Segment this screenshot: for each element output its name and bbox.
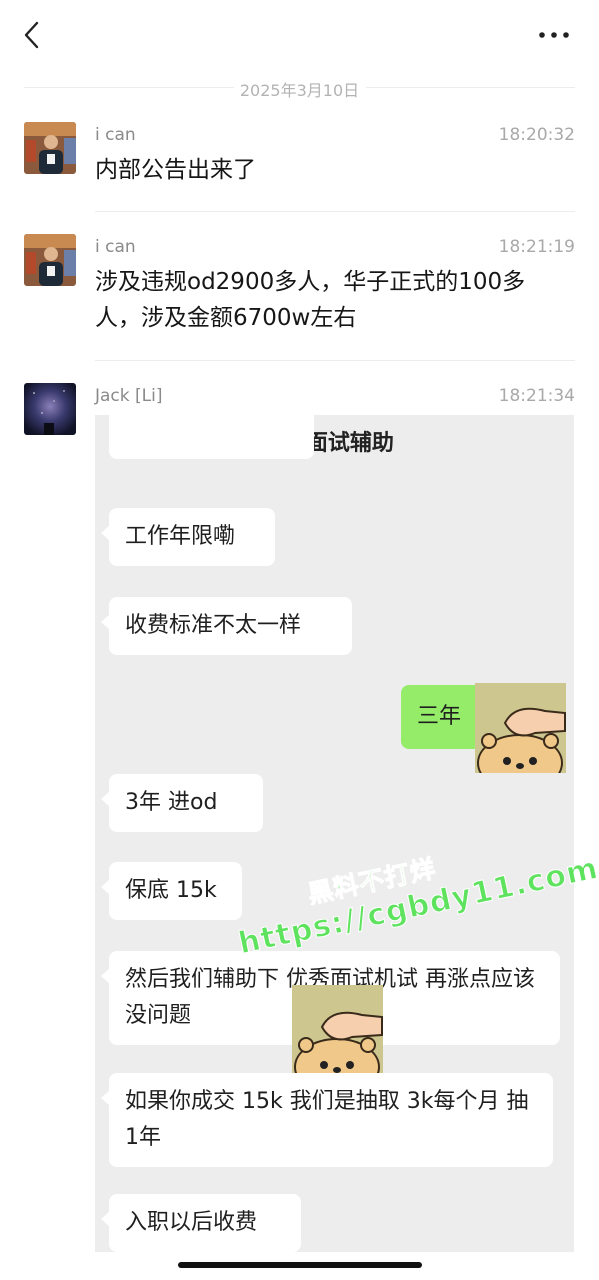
avatar-image — [24, 383, 76, 435]
avatar-image — [24, 234, 76, 286]
avatar[interactable] — [24, 234, 76, 286]
home-indicator — [178, 1262, 422, 1268]
date-divider-right — [366, 87, 575, 88]
top-bar — [0, 0, 599, 70]
screenshot-bubble: 入职以后收费 — [101, 1194, 301, 1252]
bear-sticker — [475, 683, 566, 773]
message-time: 18:20:32 — [498, 125, 575, 145]
message-time: 18:21:34 — [498, 386, 575, 406]
sender-name: Jack [Li] — [95, 386, 163, 406]
sender-name: i can — [95, 237, 136, 257]
shared-screenshot[interactable]: od面试辅助 工作年限嘞 收费标准不太一样 三年 3年 进od 保底 15k 然… — [95, 415, 574, 1252]
message-text[interactable]: 涉及违规od2900多人，华子正式的100多人，涉及金额6700w左右 — [95, 264, 565, 336]
avatar[interactable] — [24, 383, 76, 435]
more-button[interactable] — [537, 22, 571, 48]
date-separator: 2025年3月10日 — [239, 81, 360, 100]
message-time: 18:21:19 — [498, 237, 575, 257]
screenshot-bubble: 工作年限嘞 — [101, 508, 275, 566]
avatar[interactable] — [24, 122, 76, 174]
sender-name: i can — [95, 125, 136, 145]
screenshot-bubble: 3年 进od — [101, 774, 263, 832]
chevron-left-icon — [24, 21, 39, 49]
bear-sticker — [292, 985, 383, 1077]
bear-sticker-image — [292, 985, 383, 1077]
message-text[interactable]: 内部公告出来了 — [95, 152, 575, 188]
avatar-image — [24, 122, 76, 174]
bear-sticker-image — [475, 683, 566, 773]
screenshot-bubble: 保底 15k — [101, 862, 242, 920]
message-divider — [95, 211, 575, 212]
screenshot-bubble: 收费标准不太一样 — [101, 597, 352, 655]
ellipsis-icon — [539, 32, 569, 38]
screenshot-bubble-cut — [109, 415, 314, 459]
screenshot-bubble: 如果你成交 15k 我们是抽取 3k每个月 抽 1年 — [101, 1073, 553, 1167]
message-divider — [95, 360, 575, 361]
back-button[interactable] — [18, 20, 48, 50]
